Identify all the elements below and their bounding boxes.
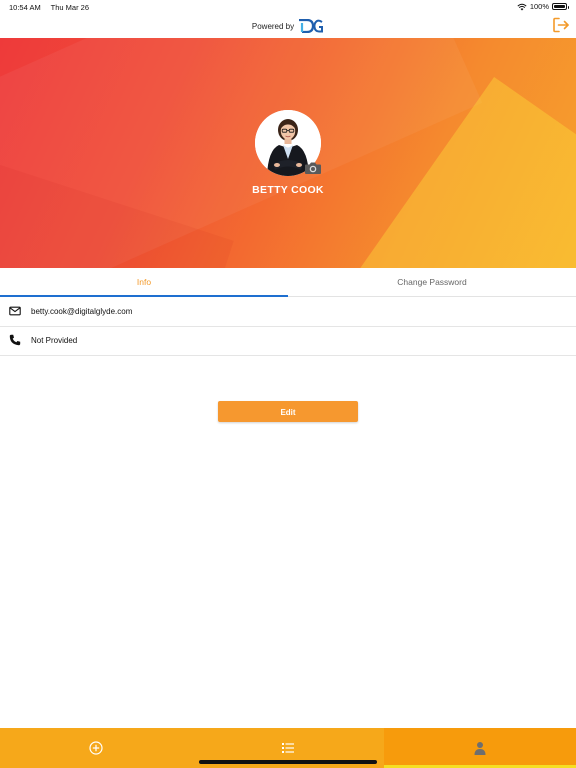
status-date: Thu Mar 26 [50, 3, 90, 12]
user-icon [474, 742, 486, 755]
phone-icon [9, 334, 21, 346]
tab-change-password[interactable]: Change Password [288, 268, 576, 296]
list-icon [282, 743, 294, 753]
camera-icon[interactable] [304, 161, 322, 175]
nav-item-profile[interactable] [384, 728, 576, 768]
profile-banner: BETTY COOK [0, 38, 576, 268]
powered-by-label: Powered by [251, 21, 295, 31]
wifi-icon [517, 3, 527, 10]
status-indicators: 100% [517, 2, 569, 11]
add-circle-icon [89, 741, 103, 755]
profile-tabs: Info Change Password [0, 268, 576, 297]
battery-percent: 100% [529, 2, 549, 11]
app-header: Powered by [0, 14, 576, 38]
phone-row: Not Provided [0, 326, 576, 356]
email-row: betty.cook@digitalglyde.com [0, 297, 576, 327]
dg-logo [298, 19, 324, 33]
status-bar: 10:54 AM Thu Mar 26 100% [0, 0, 576, 14]
logout-icon[interactable] [552, 16, 570, 34]
battery-icon [552, 3, 569, 10]
profile-name: BETTY COOK [252, 184, 324, 196]
email-value: betty.cook@digitalglyde.com [31, 307, 133, 316]
tab-info[interactable]: Info [0, 268, 288, 297]
status-time: 10:54 AM [9, 3, 41, 12]
mail-icon [9, 306, 21, 316]
powered-by: Powered by [0, 19, 576, 33]
nav-item-add[interactable] [0, 728, 192, 768]
edit-button[interactable]: Edit [218, 401, 358, 422]
phone-value: Not Provided [31, 336, 78, 345]
home-indicator [199, 760, 377, 764]
status-time-date: 10:54 AM Thu Mar 26 [9, 3, 97, 12]
